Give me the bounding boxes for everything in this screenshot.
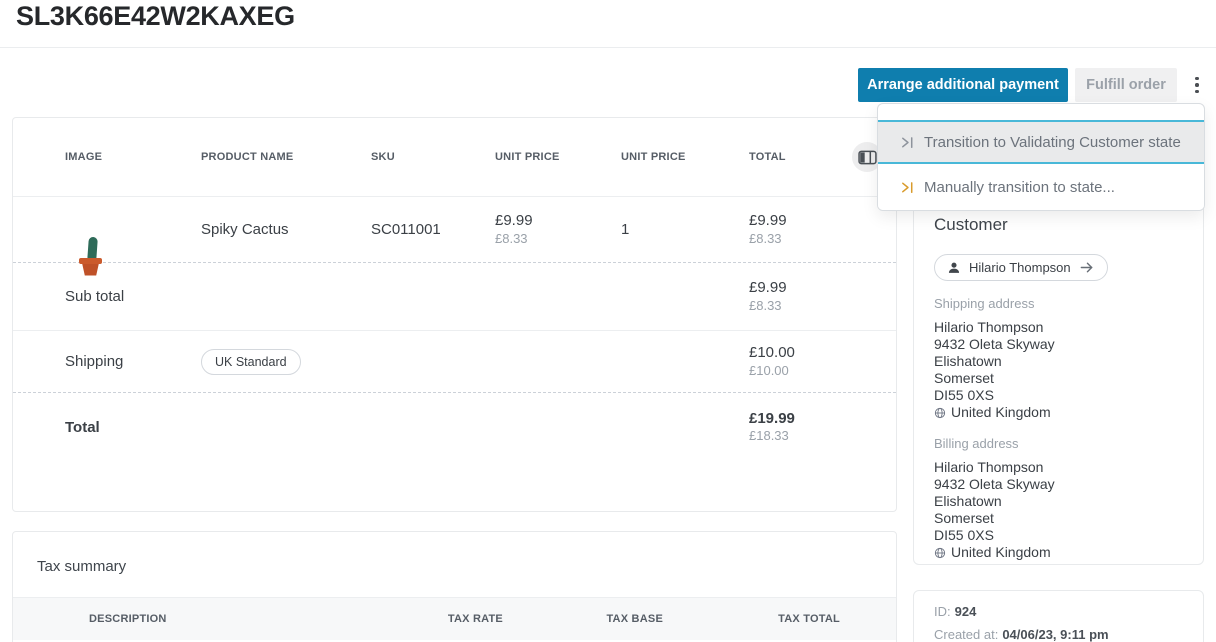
line-total: £9.99 £8.33 bbox=[749, 212, 872, 247]
country-name: United Kingdom bbox=[951, 404, 1051, 421]
total-secondary: £18.33 bbox=[749, 428, 872, 444]
column-header-unit-price: UNIT PRICE bbox=[495, 151, 621, 163]
column-header-unit-price-2: UNIT PRICE bbox=[621, 151, 749, 163]
order-table-header: IMAGE PRODUCT NAME SKU UNIT PRICE UNIT P… bbox=[13, 118, 896, 197]
person-icon bbox=[947, 261, 961, 275]
country-name: United Kingdom bbox=[951, 544, 1051, 561]
menu-spacer bbox=[878, 104, 1204, 120]
address-line: Elishatown bbox=[934, 353, 1183, 370]
address-line: Somerset bbox=[934, 370, 1183, 387]
address-line: Elishatown bbox=[934, 493, 1183, 510]
unit-price-main: £9.99 bbox=[495, 212, 533, 229]
address-line: DI55 0XS bbox=[934, 387, 1183, 404]
kebab-dot-icon bbox=[1195, 90, 1199, 94]
tax-table-header: DESCRIPTION TAX RATE TAX BASE TAX TOTAL bbox=[13, 597, 896, 640]
globe-icon bbox=[934, 407, 946, 419]
quantity: 1 bbox=[621, 221, 749, 238]
column-header-product-name: PRODUCT NAME bbox=[201, 151, 371, 163]
menu-item-manually-transition[interactable]: Manually transition to state... bbox=[878, 164, 1204, 210]
tax-summary-card: Tax summary DESCRIPTION TAX RATE TAX BAS… bbox=[12, 531, 897, 642]
address-line: Hilario Thompson bbox=[934, 459, 1183, 476]
header-divider bbox=[0, 47, 1216, 48]
order-id: ID: 924 bbox=[934, 605, 1183, 618]
shipping-secondary: £10.00 bbox=[749, 363, 872, 379]
order-id-value: 924 bbox=[955, 605, 977, 618]
order-id-label: ID: bbox=[934, 605, 951, 618]
total-label: Total bbox=[65, 419, 201, 436]
order-items-card: IMAGE PRODUCT NAME SKU UNIT PRICE UNIT P… bbox=[12, 117, 897, 512]
arrow-right-icon bbox=[1079, 260, 1094, 275]
unit-price-secondary: £8.33 bbox=[495, 231, 621, 247]
action-bar: Arrange additional payment Fulfill order bbox=[858, 68, 1211, 102]
page-title: SL3K66E42W2KAXEG bbox=[16, 1, 295, 32]
subtotal-row: Sub total £9.99 £8.33 bbox=[13, 263, 896, 331]
country-line: United Kingdom bbox=[934, 544, 1183, 561]
product-name: Spiky Cactus bbox=[201, 221, 371, 238]
address-line: Somerset bbox=[934, 510, 1183, 527]
shipping-amount: £10.00 £10.00 bbox=[749, 344, 872, 379]
fulfill-order-button[interactable]: Fulfill order bbox=[1075, 68, 1177, 102]
customer-card: Customer Hilario Thompson Shipping addre… bbox=[913, 196, 1204, 565]
address-line: 9432 Oleta Skyway bbox=[934, 476, 1183, 493]
globe-icon bbox=[934, 547, 946, 559]
line-total-main: £9.99 bbox=[749, 212, 787, 229]
menu-item-transition-validating-customer[interactable]: Transition to Validating Customer state bbox=[878, 120, 1204, 164]
customer-name: Hilario Thompson bbox=[969, 260, 1071, 275]
subtotal-amount: £9.99 £8.33 bbox=[749, 279, 872, 314]
order-detail-page: SL3K66E42W2KAXEG Arrange additional paym… bbox=[0, 0, 1216, 642]
column-header-tax-total: TAX TOTAL bbox=[663, 613, 840, 625]
state-transition-menu: Transition to Validating Customer state … bbox=[877, 103, 1205, 211]
subtotal-label: Sub total bbox=[65, 288, 201, 305]
order-created: Created at: 04/06/23, 9:11 pm bbox=[934, 628, 1183, 641]
total-main: £19.99 bbox=[749, 410, 795, 427]
order-created-label: Created at: bbox=[934, 628, 998, 641]
shipping-main: £10.00 bbox=[749, 344, 795, 361]
line-total-secondary: £8.33 bbox=[749, 231, 872, 247]
more-actions-button[interactable] bbox=[1183, 68, 1211, 102]
country-line: United Kingdom bbox=[934, 404, 1183, 421]
address-line: 9432 Oleta Skyway bbox=[934, 336, 1183, 353]
column-header-image: IMAGE bbox=[65, 151, 201, 163]
shipping-address-label: Shipping address bbox=[934, 296, 1183, 311]
customer-title: Customer bbox=[934, 215, 1183, 235]
line-item-row: Spiky Cactus SC011001 £9.99 £8.33 1 £9.9… bbox=[13, 197, 896, 263]
transition-state-icon bbox=[900, 180, 915, 195]
total-amount: £19.99 £18.33 bbox=[749, 410, 872, 445]
shipping-address: Hilario Thompson 9432 Oleta Skyway Elish… bbox=[934, 319, 1183, 421]
column-header-tax-base: TAX BASE bbox=[503, 613, 663, 625]
tax-summary-title: Tax summary bbox=[13, 532, 896, 597]
address-line: Hilario Thompson bbox=[934, 319, 1183, 336]
columns-icon bbox=[858, 150, 877, 165]
kebab-dot-icon bbox=[1195, 83, 1199, 87]
billing-address: Hilario Thompson 9432 Oleta Skyway Elish… bbox=[934, 459, 1183, 561]
customer-link-pill[interactable]: Hilario Thompson bbox=[934, 254, 1108, 281]
billing-address-label: Billing address bbox=[934, 436, 1183, 451]
column-header-description: DESCRIPTION bbox=[89, 613, 343, 625]
menu-item-label: Transition to Validating Customer state bbox=[924, 134, 1181, 151]
shipping-row: Shipping UK Standard £10.00 £10.00 bbox=[13, 331, 896, 393]
subtotal-main: £9.99 bbox=[749, 279, 787, 296]
shipping-method: UK Standard bbox=[201, 349, 371, 375]
subtotal-secondary: £8.33 bbox=[749, 298, 872, 314]
arrange-additional-payment-button[interactable]: Arrange additional payment bbox=[858, 68, 1068, 102]
shipping-method-badge: UK Standard bbox=[201, 349, 301, 375]
column-header-tax-rate: TAX RATE bbox=[343, 613, 503, 625]
unit-price: £9.99 £8.33 bbox=[495, 212, 621, 247]
address-line: DI55 0XS bbox=[934, 527, 1183, 544]
order-created-value: 04/06/23, 9:11 pm bbox=[1002, 628, 1108, 641]
kebab-dot-icon bbox=[1195, 77, 1199, 81]
shipping-label: Shipping bbox=[65, 353, 201, 370]
order-meta-card: ID: 924 Created at: 04/06/23, 9:11 pm bbox=[913, 590, 1204, 642]
menu-item-label: Manually transition to state... bbox=[924, 179, 1115, 196]
column-header-sku: SKU bbox=[371, 151, 495, 163]
transition-state-icon bbox=[900, 135, 915, 150]
total-row: Total £19.99 £18.33 bbox=[13, 393, 896, 461]
product-sku: SC011001 bbox=[371, 221, 495, 238]
